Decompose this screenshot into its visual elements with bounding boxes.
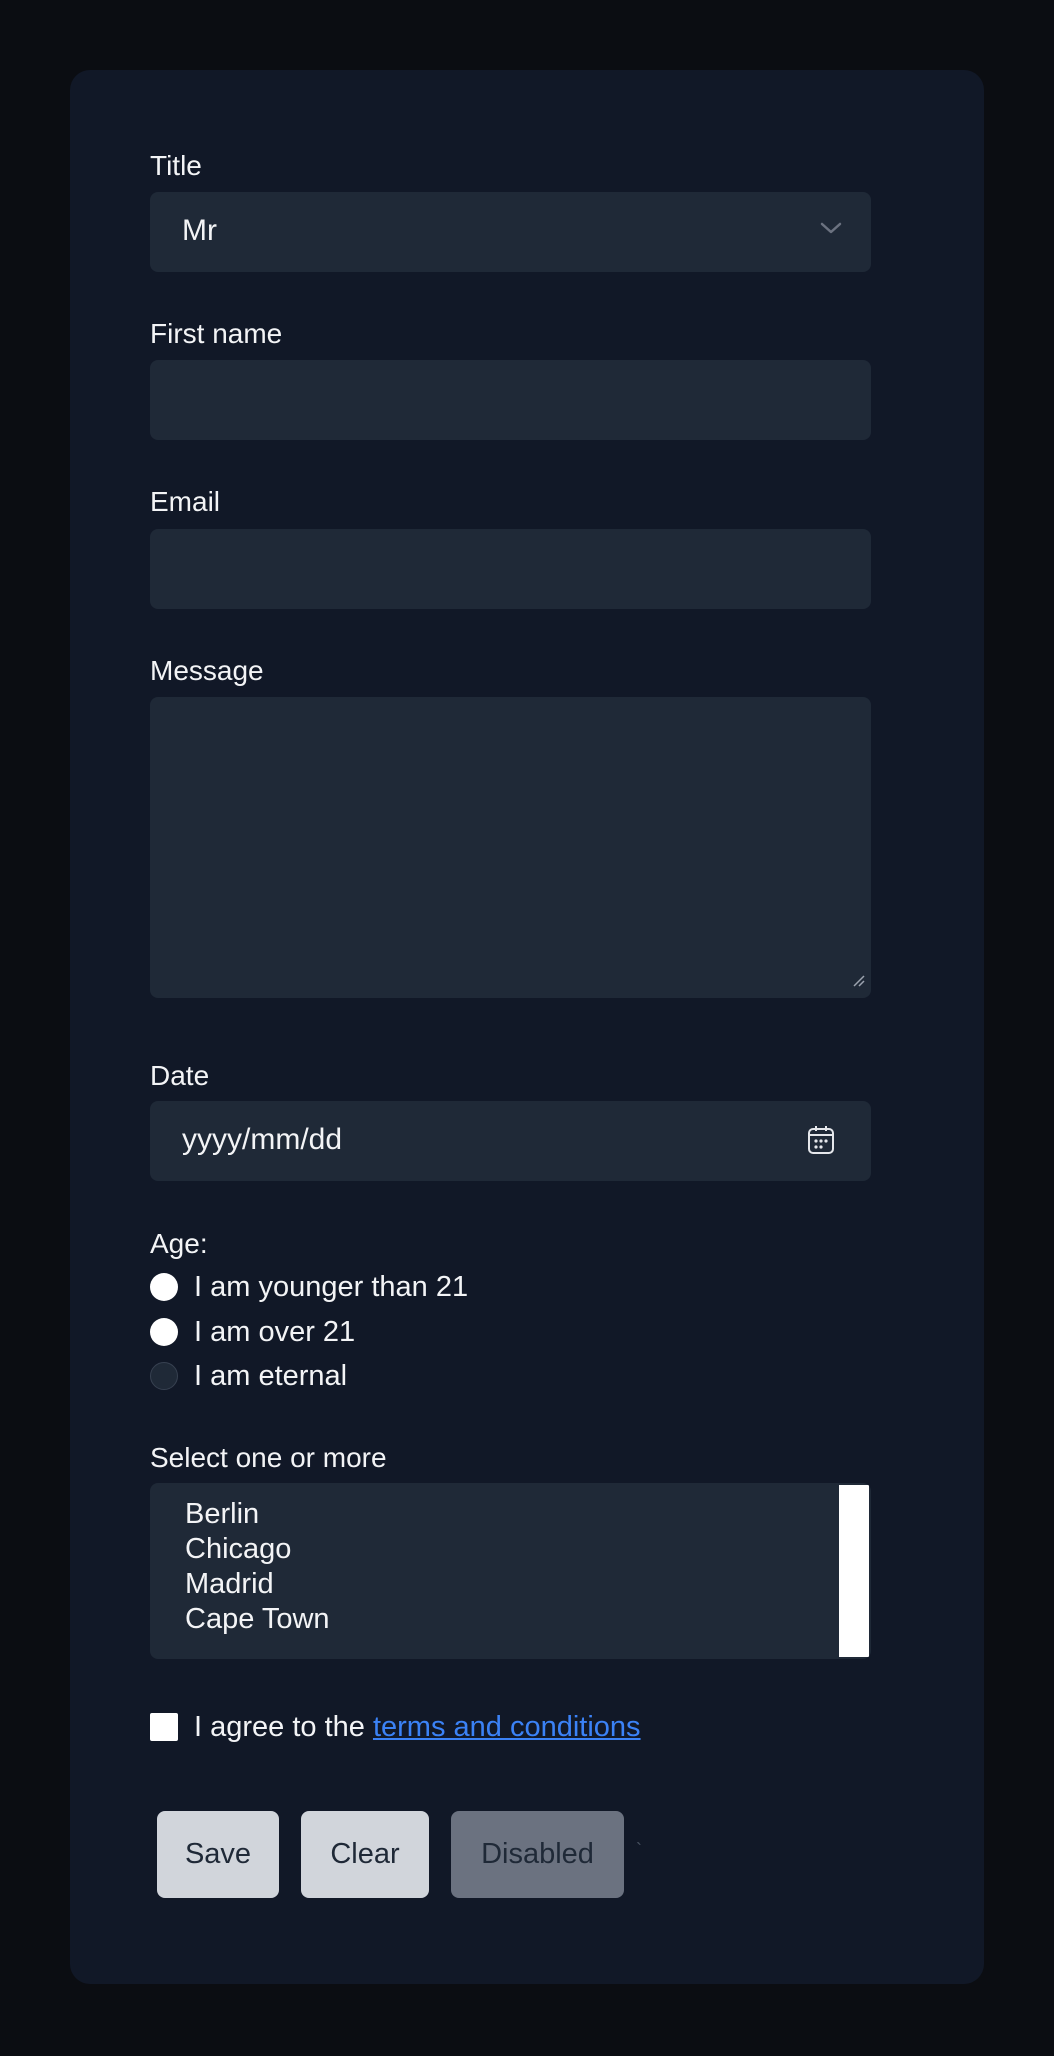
city-option-berlin[interactable]: Berlin [185,1497,259,1532]
date-label: Date [150,1060,210,1091]
message-label: Message [150,655,264,686]
city-option-cape-town[interactable]: Cape Town [185,1602,330,1637]
age-option-younger[interactable]: I am younger than 21 [150,1270,468,1304]
age-option-label: I am younger than 21 [194,1270,469,1303]
email-field[interactable] [150,529,871,609]
email-label: Email [150,486,221,517]
disabled-button: Disabled [451,1811,624,1898]
date-field[interactable]: yyyy/mm/dd [150,1101,871,1181]
age-label: Age: [150,1228,208,1259]
terms-agreement: I agree to the terms and conditions [150,1710,641,1744]
stray-mark: ` [636,1840,642,1860]
save-button[interactable]: Save [157,1811,279,1898]
calendar-icon[interactable] [807,1125,835,1160]
terms-checkbox[interactable] [150,1713,178,1741]
city-option-chicago[interactable]: Chicago [185,1532,291,1567]
age-option-label: I am eternal [194,1359,348,1392]
message-textarea[interactable] [150,697,871,998]
agree-text: I agree to the [194,1710,373,1743]
radio-button[interactable] [150,1273,178,1301]
city-option-madrid[interactable]: Madrid [185,1567,274,1602]
listbox-scrollbar[interactable] [839,1485,869,1657]
first-name-label: First name [150,318,283,349]
chevron-down-icon [819,220,843,241]
first-name-field[interactable] [150,360,871,440]
clear-button[interactable]: Clear [301,1811,429,1898]
terms-link[interactable]: terms and conditions [373,1711,641,1744]
age-option-label: I am over 21 [194,1315,356,1348]
city-multiselect[interactable]: Berlin Chicago Madrid Cape Town [150,1483,871,1659]
title-select-value: Mr [182,214,217,247]
city-select-label: Select one or more [150,1442,387,1473]
radio-button[interactable] [150,1318,178,1346]
form-card: Title Mr First name Email Message Date y… [70,70,984,1984]
date-placeholder: yyyy/mm/dd [182,1123,343,1156]
title-label: Title [150,150,202,181]
age-option-over[interactable]: I am over 21 [150,1315,355,1349]
title-select[interactable]: Mr [150,192,871,272]
radio-button-disabled [150,1362,178,1390]
age-option-eternal: I am eternal [150,1359,347,1393]
resize-handle-icon[interactable] [851,973,865,992]
